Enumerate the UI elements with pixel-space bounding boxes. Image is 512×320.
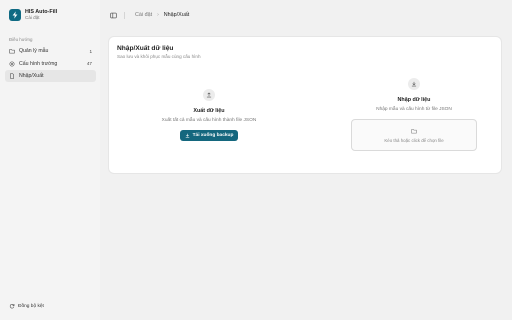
sidebar-item-label: Cấu hình trường — [19, 60, 58, 67]
sync-button[interactable]: Đồng bộ kệt — [9, 303, 44, 309]
import-description: Nhập mẫu và cấu hình từ file JSON — [376, 107, 452, 112]
panel-toggle-icon — [109, 12, 117, 18]
folder-icon — [9, 48, 15, 54]
import-title: Nhập dữ liệu — [397, 97, 431, 103]
download-icon — [408, 78, 420, 90]
app-subtitle: Cài đặt — [25, 15, 40, 20]
sidebar-nav: Quản lý mẫu 1 Cấu hình trường 47 Nhập/Xu… — [5, 45, 96, 83]
breadcrumb: Cài đặt › Nhập/Xuất — [135, 12, 189, 18]
sync-label: Đồng bộ kệt — [18, 303, 44, 309]
brand: HIS Auto-Fill Cài đặt — [9, 9, 57, 21]
sidebar-item-label: Nhập/Xuất — [19, 73, 44, 79]
download-icon — [185, 133, 189, 138]
sidebar-item-count: 1 — [89, 48, 92, 54]
document-icon — [9, 73, 15, 79]
export-section: Xuất dữ liệu Xuất tất cả mẫu và cấu hình… — [149, 89, 269, 143]
sidebar-item-count: 47 — [86, 61, 92, 66]
topbar: Cài đặt › Nhập/Xuất — [100, 0, 512, 30]
breadcrumb-settings[interactable]: Cài đặt — [135, 12, 152, 18]
sidebar-toggle-button[interactable] — [109, 11, 117, 19]
lightning-logo-icon — [9, 9, 21, 21]
import-export-panel: Nhập/Xuất dữ liệu Sao lưu và khôi phục m… — [108, 36, 502, 174]
download-backup-button[interactable]: Tải xuống backup — [179, 130, 239, 141]
panel-title: Nhập/Xuất dữ liệu — [117, 45, 174, 52]
sidebar-item-label: Quản lý mẫu — [19, 48, 49, 54]
import-section: Nhập dữ liệu Nhập mẫu và cấu hình từ fil… — [339, 78, 489, 151]
panel-description: Sao lưu và khôi phục mẫu cùng cấu hình — [117, 54, 201, 59]
sidebar-item-templates[interactable]: Quản lý mẫu 1 — [5, 45, 96, 57]
sidebar-item-import-export[interactable]: Nhập/Xuất — [5, 70, 96, 82]
nav-section-label: Điều hướng — [9, 37, 33, 42]
breadcrumb-current: Nhập/Xuất — [163, 12, 190, 18]
sidebar-item-field-config[interactable]: Cấu hình trường 47 — [5, 58, 96, 70]
topbar-divider — [124, 11, 125, 19]
file-dropzone[interactable]: Kéo thả hoặc click để chọn file — [351, 119, 477, 151]
dropzone-label: Kéo thả hoặc click để chọn file — [384, 137, 444, 143]
upload-icon — [203, 89, 215, 101]
breadcrumb-separator: › — [157, 12, 159, 18]
sync-icon — [9, 304, 15, 309]
sidebar: HIS Auto-Fill Cài đặt Điều hướng Quản lý… — [0, 0, 100, 320]
export-description: Xuất tất cả mẫu và cấu hình thành file J… — [161, 118, 257, 123]
export-title: Xuất dữ liệu — [193, 108, 225, 114]
settings-icon — [9, 61, 15, 67]
folder-icon — [411, 128, 417, 133]
download-backup-label: Tải xuống backup — [192, 133, 234, 138]
